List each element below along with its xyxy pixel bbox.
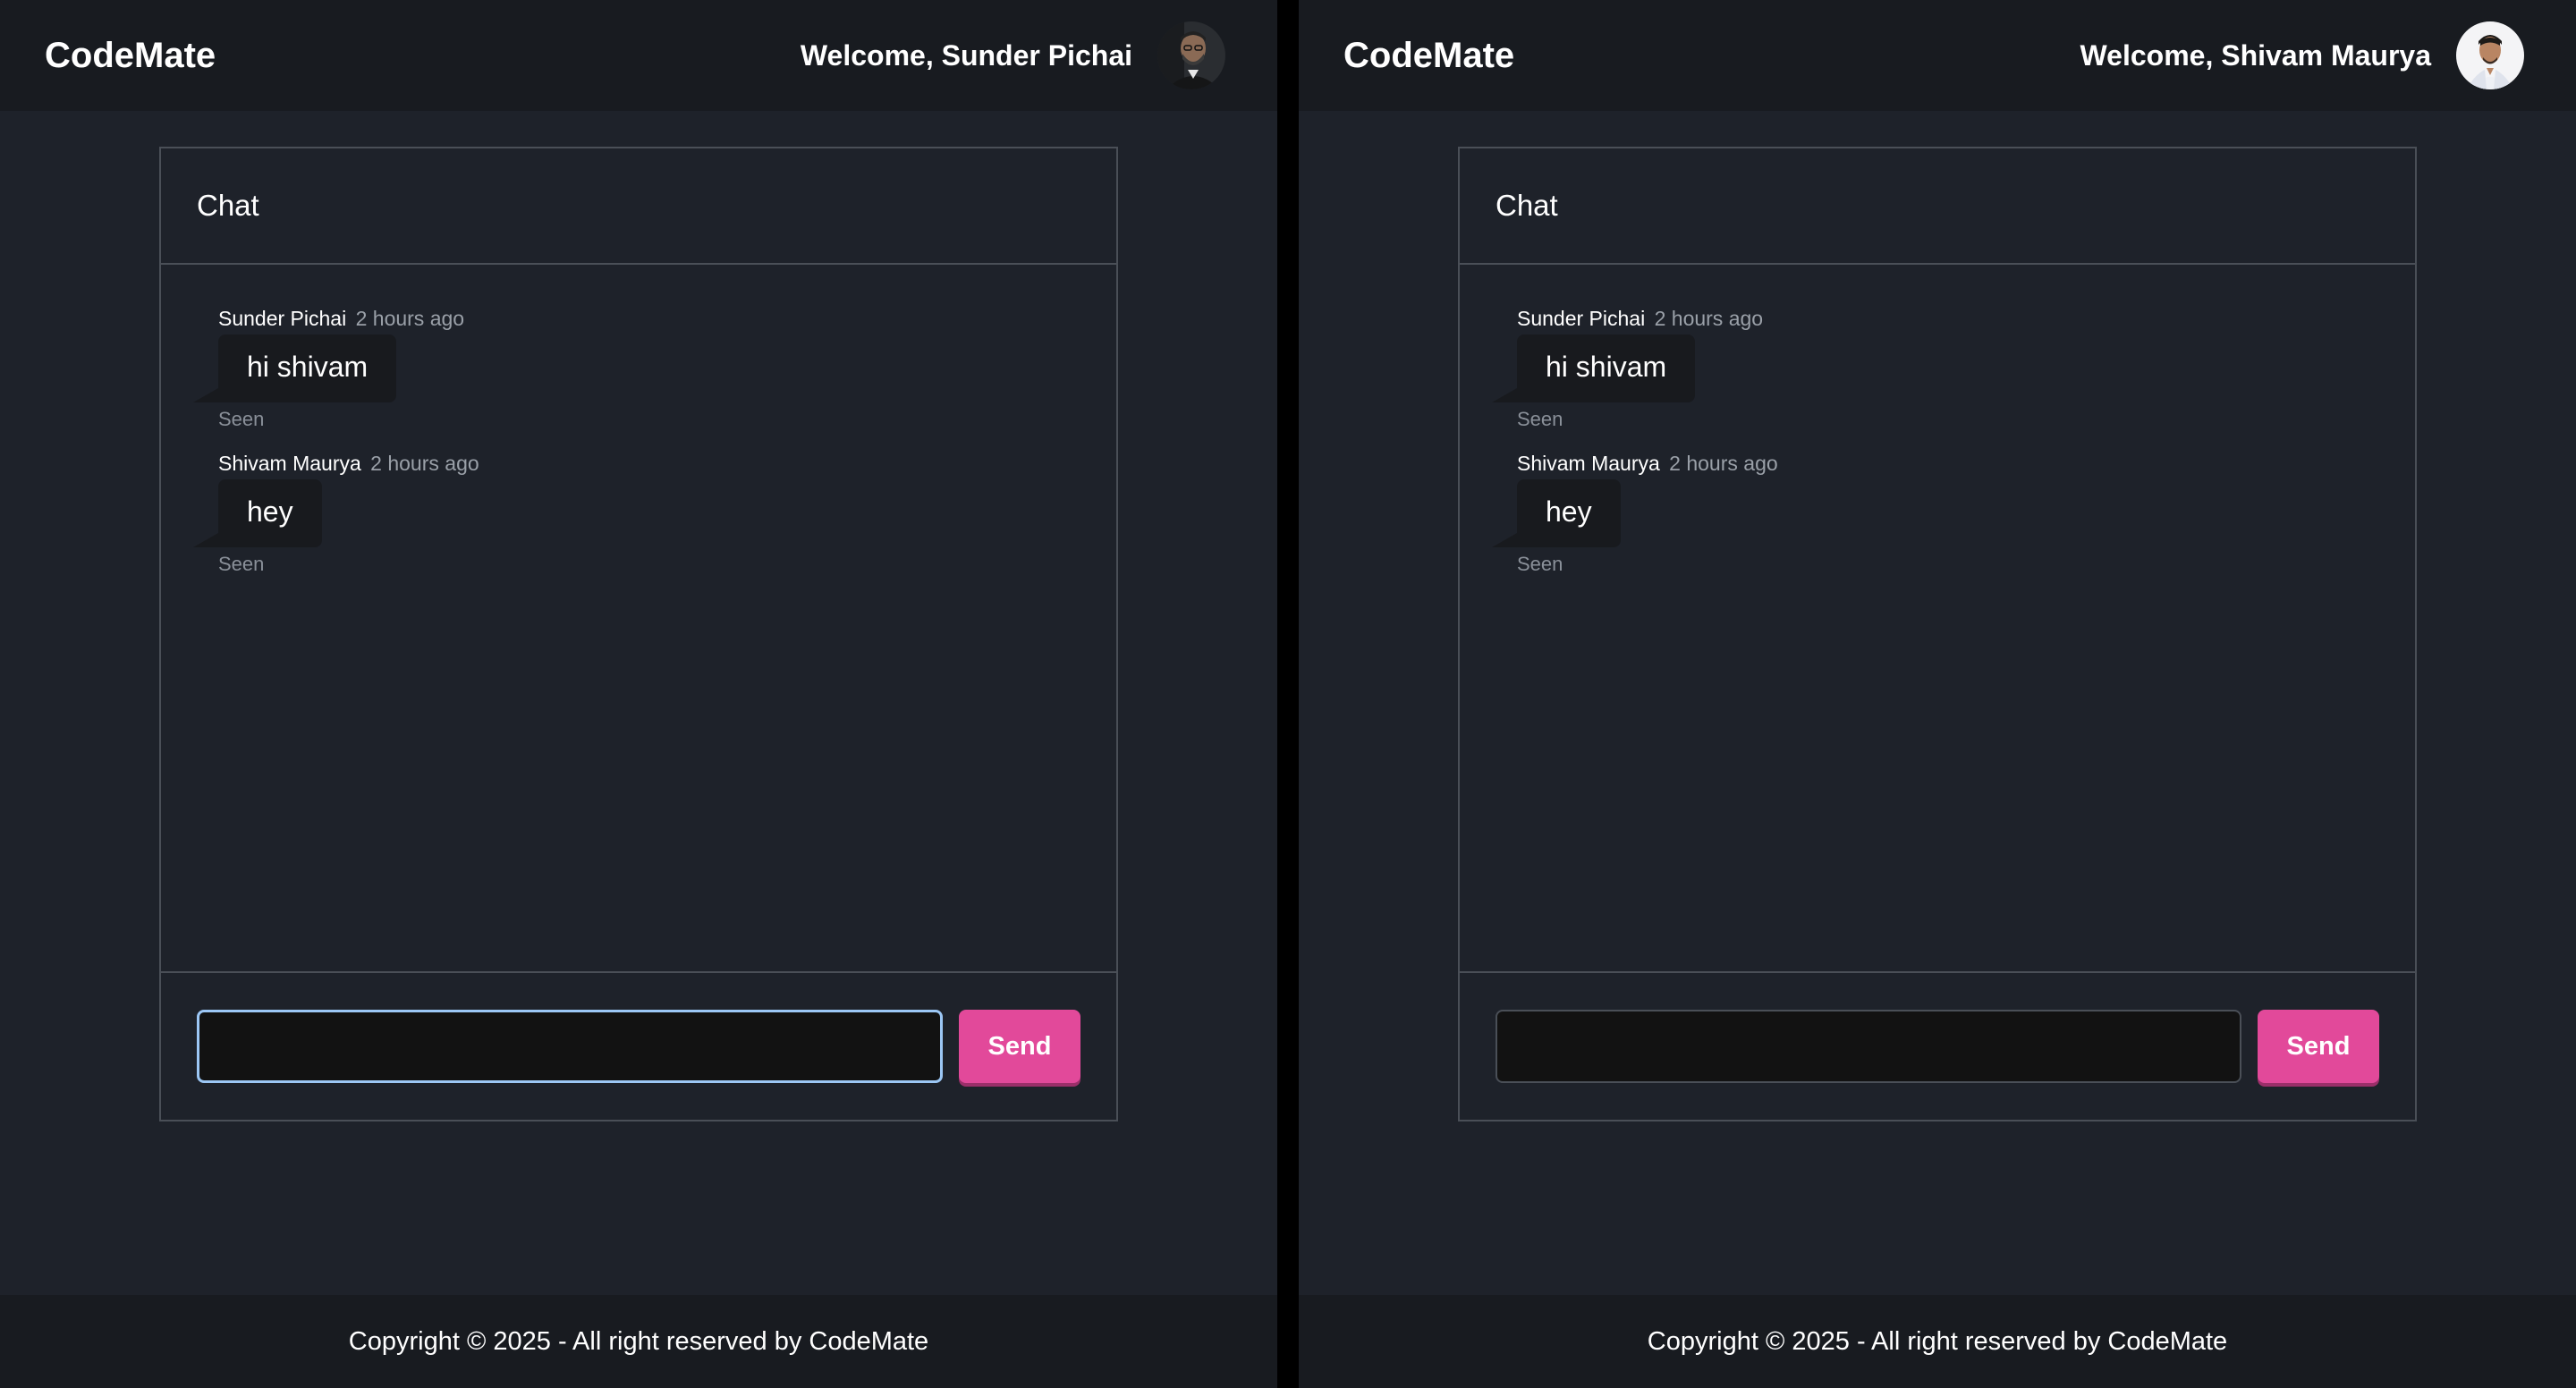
user-avatar-icon[interactable] — [2456, 21, 2524, 89]
message-status: Seen — [218, 408, 265, 430]
left-browser-pane: CodeMate Welcome, Sunder Pichai Chat Sun… — [0, 0, 1277, 1388]
chat-compose: Send — [161, 973, 1116, 1120]
right-browser-pane: CodeMate Welcome, Shivam Maurya Chat Sun… — [1299, 0, 2576, 1388]
bubble-tail — [1492, 388, 1517, 402]
message-time: 2 hours ago — [355, 307, 465, 330]
welcome-text: Welcome, Sunder Pichai — [800, 38, 1132, 72]
message-status: Seen — [1517, 553, 1563, 575]
copyright-text: Copyright © 2025 - All right reserved by… — [1647, 1326, 2228, 1356]
message-bubble-wrap: hey — [193, 479, 322, 547]
chat-message: Shivam Maurya 2 hours ago hey Seen — [1492, 451, 2415, 576]
message-bubble-wrap: hi shivam — [1492, 334, 1696, 402]
user-avatar-icon[interactable] — [1157, 21, 1225, 89]
message-time: 2 hours ago — [1669, 452, 1778, 475]
bubble-tail — [193, 388, 218, 402]
message-author: Sunder Pichai — [1517, 307, 1646, 330]
brand-logo[interactable]: CodeMate — [45, 36, 216, 76]
chat-compose: Send — [1460, 973, 2415, 1120]
message-header: Shivam Maurya 2 hours ago — [1517, 451, 2415, 476]
chat-card: Chat Sunder Pichai 2 hours ago hi shivam… — [1458, 147, 2417, 1121]
message-bubble: hi shivam — [1517, 334, 1696, 402]
message-bubble: hey — [1517, 479, 1621, 547]
brand-logo[interactable]: CodeMate — [1343, 36, 1514, 76]
message-time: 2 hours ago — [370, 452, 479, 475]
send-button[interactable]: Send — [2258, 1010, 2379, 1083]
page-footer: Copyright © 2025 - All right reserved by… — [1299, 1295, 2576, 1388]
chat-header: Chat — [161, 148, 1116, 265]
nav-user-area: Welcome, Sunder Pichai — [801, 21, 1225, 89]
split-screen: CodeMate Welcome, Sunder Pichai Chat Sun… — [0, 0, 2576, 1388]
message-status: Seen — [1517, 408, 1563, 430]
message-bubble-wrap: hi shivam — [193, 334, 397, 402]
welcome-text: Welcome, Shivam Maurya — [2080, 38, 2431, 72]
page-footer: Copyright © 2025 - All right reserved by… — [0, 1295, 1277, 1388]
chat-message: Sunder Pichai 2 hours ago hi shivam Seen — [1492, 306, 2415, 431]
message-bubble: hey — [218, 479, 322, 547]
chat-message: Shivam Maurya 2 hours ago hey Seen — [193, 451, 1116, 576]
message-header: Sunder Pichai 2 hours ago — [1517, 306, 2415, 331]
message-author: Sunder Pichai — [218, 307, 347, 330]
chat-title: Chat — [197, 189, 259, 222]
navbar: CodeMate Welcome, Shivam Maurya — [1299, 0, 2576, 111]
message-header: Shivam Maurya 2 hours ago — [218, 451, 1116, 476]
bubble-tail — [1492, 533, 1517, 547]
send-button[interactable]: Send — [959, 1010, 1080, 1083]
message-bubble-wrap: hey — [1492, 479, 1621, 547]
message-input[interactable] — [1496, 1010, 2241, 1083]
chat-card: Chat Sunder Pichai 2 hours ago hi shivam… — [159, 147, 1118, 1121]
chat-title: Chat — [1496, 189, 1558, 222]
message-time: 2 hours ago — [1654, 307, 1764, 330]
nav-user-area: Welcome, Shivam Maurya — [2080, 21, 2524, 89]
navbar: CodeMate Welcome, Sunder Pichai — [0, 0, 1277, 111]
message-author: Shivam Maurya — [218, 452, 361, 475]
chat-messages[interactable]: Sunder Pichai 2 hours ago hi shivam Seen… — [1460, 265, 2415, 973]
chat-messages[interactable]: Sunder Pichai 2 hours ago hi shivam Seen… — [161, 265, 1116, 973]
copyright-text: Copyright © 2025 - All right reserved by… — [348, 1326, 929, 1356]
chat-header: Chat — [1460, 148, 2415, 265]
chat-message: Sunder Pichai 2 hours ago hi shivam Seen — [193, 306, 1116, 431]
message-bubble: hi shivam — [218, 334, 397, 402]
message-input[interactable] — [197, 1010, 943, 1083]
message-author: Shivam Maurya — [1517, 452, 1660, 475]
message-header: Sunder Pichai 2 hours ago — [218, 306, 1116, 331]
bubble-tail — [193, 533, 218, 547]
message-status: Seen — [218, 553, 265, 575]
